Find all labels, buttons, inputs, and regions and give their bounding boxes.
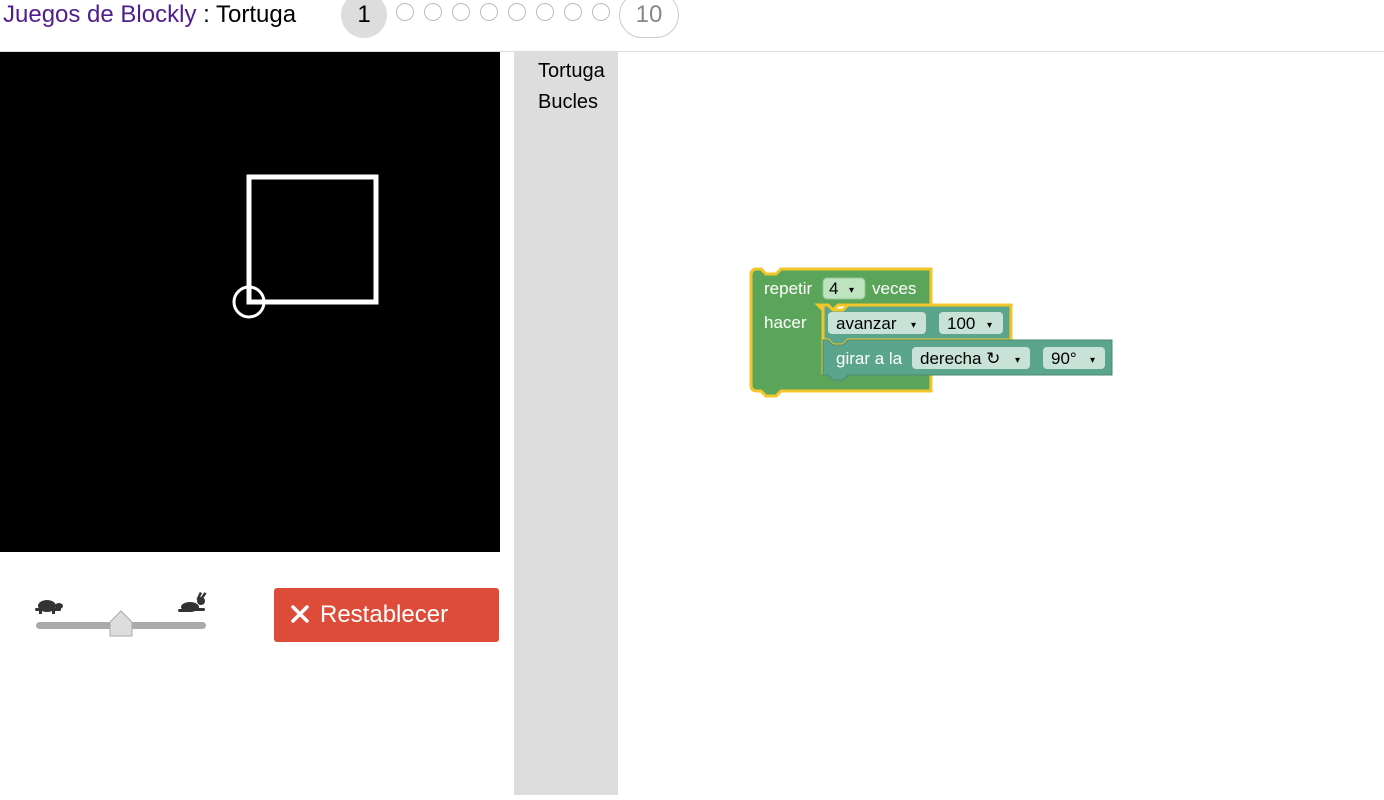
turn-block[interactable]: girar a la derecha ↻ ▾ 90° ▾	[822, 339, 1113, 381]
title-separator: :	[196, 1, 217, 28]
drawn-square	[246, 174, 379, 305]
app-home-link[interactable]: Juegos de Blockly	[3, 1, 196, 28]
chevron-down-icon: ▾	[1015, 355, 1020, 366]
level-10-link[interactable]: 10	[619, 0, 679, 38]
turn-angle-dropdown[interactable]: 90° ▾	[1043, 347, 1105, 369]
level-6-dot[interactable]	[508, 3, 526, 21]
level-7-dot[interactable]	[536, 3, 554, 21]
reset-label: Restablecer	[320, 601, 449, 628]
toolbox: Tortuga Bucles	[514, 52, 618, 795]
level-1-current[interactable]: 1	[341, 0, 387, 38]
repeat-do-label: hacer	[764, 313, 807, 332]
close-icon	[291, 605, 309, 623]
rabbit-icon	[178, 591, 207, 612]
chevron-down-icon: ▾	[987, 320, 992, 331]
slider-knob[interactable]	[109, 610, 133, 637]
repeat-times-label: veces	[872, 279, 916, 298]
move-distance-dropdown[interactable]: 100 ▾	[939, 312, 1003, 334]
blockly-workspace[interactable]: repetir 4 ▾ veces hacer avanzar ▾ 100 ▾ …	[618, 52, 1384, 795]
turn-label: girar a la	[836, 349, 903, 368]
repeat-count-field[interactable]: 4 ▾	[822, 277, 866, 300]
page-title: Juegos de Blockly : Tortuga	[3, 0, 296, 30]
turtle-icon	[35, 600, 63, 614]
reset-button[interactable]: Restablecer	[274, 588, 499, 642]
move-forward-block[interactable]: avanzar ▾ 100 ▾	[821, 303, 1013, 347]
level-9-dot[interactable]	[592, 3, 610, 21]
move-distance-value: 100	[947, 314, 975, 333]
level-3-dot[interactable]	[424, 3, 442, 21]
level-2-dot[interactable]	[396, 3, 414, 21]
turtle-canvas	[0, 52, 500, 552]
repeat-label: repetir	[764, 279, 813, 298]
level-4-dot[interactable]	[452, 3, 470, 21]
game-name: Tortuga	[216, 1, 297, 28]
chevron-down-icon: ▾	[849, 285, 854, 296]
chevron-down-icon: ▾	[911, 320, 916, 331]
turtle-icon	[232, 278, 266, 319]
chevron-down-icon: ▾	[1090, 355, 1095, 366]
move-direction-dropdown[interactable]: avanzar ▾	[828, 312, 926, 334]
turn-direction-value: derecha ↻	[920, 349, 1000, 368]
turn-angle-value: 90°	[1051, 349, 1077, 368]
turn-direction-dropdown[interactable]: derecha ↻ ▾	[912, 347, 1030, 369]
level-5-dot[interactable]	[480, 3, 498, 21]
toolbox-category-bucles[interactable]: Bucles	[538, 91, 598, 114]
header: Juegos de Blockly : Tortuga 1 10	[0, 0, 1384, 52]
speed-slider[interactable]	[30, 590, 210, 640]
level-8-dot[interactable]	[564, 3, 582, 21]
toolbox-category-tortuga[interactable]: Tortuga	[538, 60, 605, 83]
move-direction-value: avanzar	[836, 314, 897, 333]
repeat-count-value: 4	[829, 279, 838, 298]
